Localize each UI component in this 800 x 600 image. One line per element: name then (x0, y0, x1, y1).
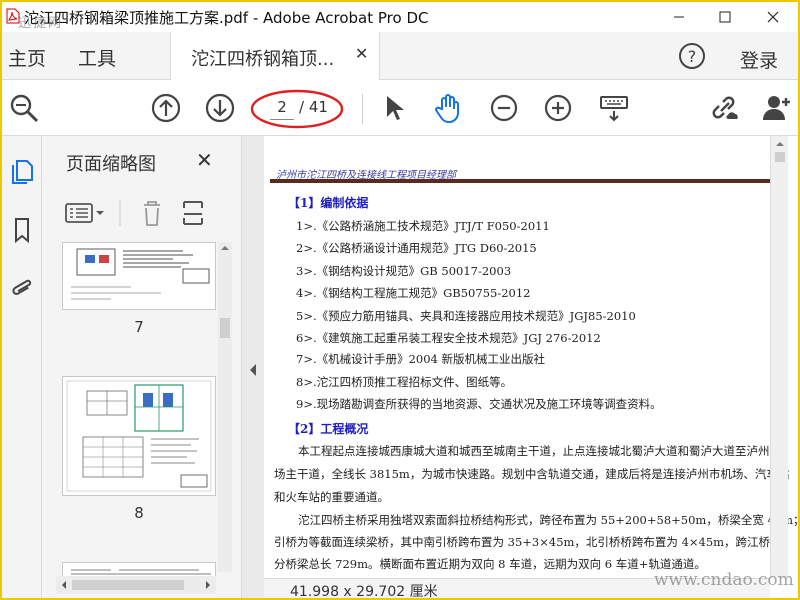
close-icon (767, 11, 779, 23)
extract-page-icon[interactable] (183, 201, 203, 225)
select-pointer-icon[interactable] (378, 92, 410, 124)
acrobat-window: 沱江四桥钢箱梁顶推施工方案.pdf - Adobe Acrobat Pro DC… (2, 2, 798, 598)
zoom-out-icon[interactable] (488, 92, 520, 124)
toolbar-divider (362, 94, 363, 124)
document-vertical-scrollbar[interactable] (770, 136, 788, 578)
thumbnail-toolbar (65, 200, 203, 226)
thumbnail-page-8[interactable] (62, 376, 216, 496)
section-heading: 【2】工程概况 (288, 422, 369, 436)
close-window-button[interactable] (750, 2, 796, 32)
thumbnail-panel: 页面缩略图 ✕ 7 8 (42, 136, 242, 598)
watermark-top: 迅捷网 (18, 16, 64, 31)
reference-line: 6>.《建筑施工起重吊装工程安全技术规范》JGJ 276-2012 (296, 331, 601, 345)
login-button[interactable]: 登录 (740, 46, 778, 73)
window-title: 沱江四桥钢箱梁顶推施工方案.pdf - Adobe Acrobat Pro DC (24, 9, 429, 27)
hand-tool-icon[interactable] (432, 92, 464, 124)
maximize-icon (719, 11, 731, 23)
thumbnail-panel-title: 页面缩略图 (66, 154, 156, 175)
help-icon[interactable]: ? (678, 42, 706, 70)
page-8-preview (66, 380, 212, 492)
toolbar: 2 / 41 (2, 80, 798, 136)
page-highlight-ellipse (250, 89, 344, 129)
thumbnail-horizontal-scrollbar[interactable] (56, 576, 216, 594)
document-view[interactable]: 泸州市沱江四桥及连接线工程项目经理部 【1】编制依据 1>.《公路桥涵施工技术规… (264, 136, 798, 578)
add-user-icon[interactable] (760, 92, 792, 124)
reference-line: 7>.《机械设计手册》2004 新版机械工业出版社 (296, 352, 546, 366)
document-tab[interactable]: 沱江四桥钢箱顶... ✕ (170, 32, 380, 80)
zoom-search-icon[interactable] (8, 92, 40, 124)
document-scroll-track (775, 142, 785, 162)
thumbnail-options-icon[interactable] (65, 203, 104, 223)
thumbnail-scroll-track (220, 246, 230, 338)
thumbnail-page-7[interactable] (62, 242, 216, 310)
keyboard-scroll-icon[interactable] (598, 92, 630, 124)
title-bar: 沱江四桥钢箱梁顶推施工方案.pdf - Adobe Acrobat Pro DC… (2, 2, 798, 32)
reference-line: 5>.《预应力筋用锚具、夹具和连接器应用技术规范》JGJ85-2010 (296, 309, 636, 323)
reference-line: 9>.现场踏勘调查所获得的当地资源、交通状况及施工环境等调查资料。 (296, 397, 662, 411)
watermark-bottom: www.cndao.com (654, 570, 794, 590)
thumbnail-hscroll-track (62, 580, 210, 590)
bookmark-icon[interactable] (8, 216, 36, 244)
left-rail (2, 136, 42, 598)
next-page-icon[interactable] (204, 92, 236, 124)
reference-line: 3>.《钢结构设计规范》GB 50017-2003 (296, 264, 512, 278)
reference-line: 8>.沱江四桥顶推工程招标文件、图纸等。 (296, 375, 513, 389)
menu-bar: 主页 工具 沱江四桥钢箱顶... ✕ ? 登录 (2, 32, 798, 80)
attachment-icon[interactable] (8, 274, 36, 302)
document-tab-label: 沱江四桥钢箱顶... (191, 49, 335, 70)
page-thumbnails-icon[interactable] (8, 158, 36, 186)
paragraph-line: 引桥为等截面连续梁桥，其中南引桥跨布置为 35+3×45m，北引桥桥跨布置为 4… (274, 535, 782, 549)
collapse-arrow-icon (250, 364, 256, 376)
thumbnail-vertical-scrollbar[interactable] (218, 242, 232, 572)
delete-page-icon[interactable] (144, 201, 160, 226)
paragraph-line: 和火车站的重要通道。 (274, 490, 389, 504)
minimize-icon (674, 16, 684, 18)
menu-home[interactable]: 主页 (8, 44, 46, 71)
reference-line: 2>.《公路桥涵设计通用规范》JTG D60-2015 (296, 241, 537, 255)
paragraph-line: 分桥梁总长 729m。横断面布置近期为双向 8 车道，远期为双向 6 车道+轨道… (274, 557, 706, 571)
reference-line: 1>.《公路桥涵施工技术规范》JTJ/T F050-2011 (296, 219, 550, 233)
panel-collapse-strip[interactable] (242, 136, 264, 598)
zoom-in-icon[interactable] (542, 92, 574, 124)
panel-close-icon[interactable]: ✕ (196, 148, 213, 172)
reference-line: 4>.《钢结构工程施工规范》GB50755-2012 (296, 286, 531, 300)
paragraph-line: 本工程起点连接城西康城大道和城西至城南主干道，止点连接城北蜀泸大道和蜀泸大道至泸… (298, 444, 781, 458)
maximize-button[interactable] (702, 2, 748, 32)
thumbnail-page-number: 7 (134, 318, 144, 336)
menu-tools[interactable]: 工具 (78, 44, 116, 71)
svg-text:?: ? (688, 47, 697, 66)
previous-page-icon[interactable] (150, 92, 182, 124)
section-heading: 【1】编制依据 (288, 196, 369, 210)
tab-close-icon[interactable]: ✕ (355, 44, 368, 63)
share-link-icon[interactable] (708, 92, 740, 124)
thumbnail-page-9[interactable] (62, 562, 216, 576)
thumbnail-page-number: 8 (134, 504, 144, 522)
minimize-button[interactable] (656, 2, 702, 32)
paragraph-line: 场主干道，全线长 3815m，为城市快速路。规划中含轨道交通，建成后将是连接泸州… (274, 467, 790, 481)
header-rule (270, 179, 770, 183)
paragraph-line: 沱江四桥主桥采用独塔双索面斜拉桥结构形式，跨径布置为 55+200+58+50m… (298, 513, 798, 527)
page-7-preview (71, 248, 210, 300)
page-dimensions: 41.998 x 29.702 厘米 (290, 584, 438, 598)
